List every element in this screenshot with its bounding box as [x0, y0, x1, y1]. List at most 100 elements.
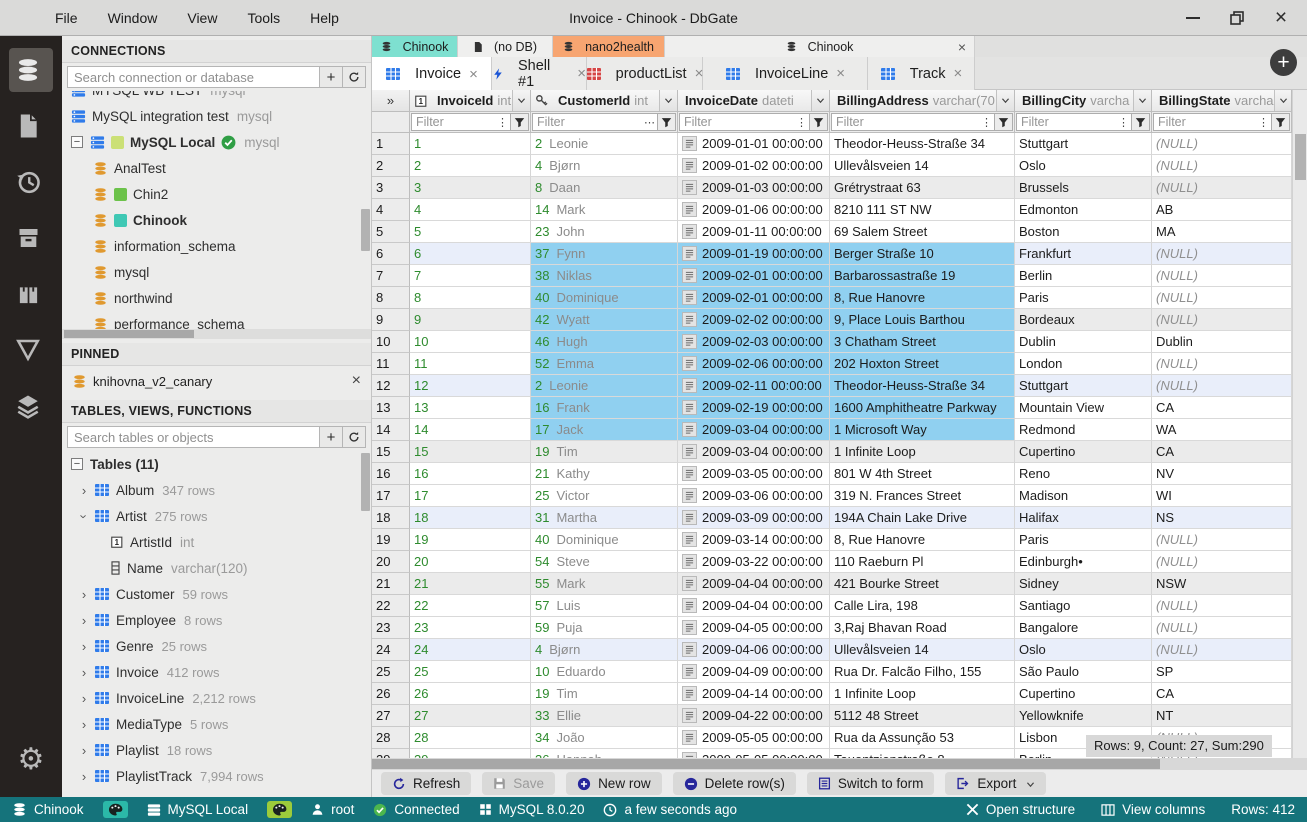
date-editor-icon[interactable]	[682, 422, 697, 437]
sidebar-table-album[interactable]: › Album 347 rows	[62, 477, 371, 503]
cell-customerid[interactable]: 42 Wyatt	[531, 309, 678, 331]
expander-icon[interactable]: −	[71, 136, 83, 148]
row-header[interactable]: 5	[372, 221, 410, 243]
date-editor-icon[interactable]	[682, 268, 697, 283]
cell-invoicedate[interactable]: 2009-01-01 00:00:00	[678, 133, 830, 155]
column-menu-button[interactable]	[659, 90, 677, 111]
cell-billingstate[interactable]: SP	[1152, 661, 1292, 683]
table-column-item[interactable]: 1 ArtistId int	[62, 529, 371, 555]
cell-billingstate[interactable]: NT	[1152, 705, 1292, 727]
tab-productlist[interactable]: productList ×	[586, 57, 703, 90]
add-connection-button[interactable]: +	[320, 66, 343, 88]
filter-input-date[interactable]	[680, 114, 794, 130]
cell-billingaddress[interactable]: 8210 111 ST NW	[830, 199, 1015, 221]
cell-billingstate[interactable]: (NULL)	[1152, 353, 1292, 375]
tab-shell1[interactable]: Shell #1 ×	[492, 57, 587, 90]
cell-billingaddress[interactable]: Tauentzienstraße 8	[830, 749, 1015, 758]
connection-item[interactable]: MYSQL WB TEST mysql	[62, 91, 371, 103]
cell-billingaddress[interactable]: Calle Lira, 198	[830, 595, 1015, 617]
connection-item[interactable]: MySQL integration test mysql	[62, 103, 371, 129]
date-editor-icon[interactable]	[682, 532, 697, 547]
cell-invoicedate[interactable]: 2009-04-04 00:00:00	[678, 573, 830, 595]
cell-billingaddress[interactable]: 801 W 4th Street	[830, 463, 1015, 485]
row-header[interactable]: 14	[372, 419, 410, 441]
cell-billingcity[interactable]: Mountain View	[1015, 397, 1152, 419]
cell-billingcity[interactable]: Halifax	[1015, 507, 1152, 529]
cell-customerid[interactable]: 21 Kathy	[531, 463, 678, 485]
column-menu-button[interactable]	[996, 90, 1014, 111]
theme-chip[interactable]	[102, 801, 128, 818]
cell-billingstate[interactable]: NSW	[1152, 573, 1292, 595]
column-menu-button[interactable]	[1133, 90, 1151, 111]
cell-billingstate[interactable]: (NULL)	[1152, 639, 1292, 661]
cell-billingaddress[interactable]: Theodor-Heuss-Straße 34	[830, 133, 1015, 155]
sidebar-table-customer[interactable]: › Customer 59 rows	[62, 581, 371, 607]
close-button[interactable]: ×	[1273, 6, 1289, 29]
cell-billingcity[interactable]: Stuttgart	[1015, 375, 1152, 397]
cell-invoicedate[interactable]: 2009-03-04 00:00:00	[678, 441, 830, 463]
cell-billingcity[interactable]: Edinburgh•	[1015, 551, 1152, 573]
tab-track[interactable]: Track ×	[868, 57, 975, 90]
chevron-icon[interactable]: ›	[77, 508, 92, 524]
cell-customerid[interactable]: 55 Mark	[531, 573, 678, 595]
cell-invoiceid[interactable]: 29	[410, 749, 531, 758]
cell-billingaddress[interactable]: 1 Infinite Loop	[830, 441, 1015, 463]
grid-hscrollbar[interactable]	[372, 758, 1307, 770]
chevron-icon[interactable]: ›	[76, 717, 92, 732]
cell-invoiceid[interactable]: 11	[410, 353, 531, 375]
cell-customerid[interactable]: 40 Dominique	[531, 287, 678, 309]
cell-invoicedate[interactable]: 2009-02-03 00:00:00	[678, 331, 830, 353]
cell-billingcity[interactable]: Frankfurt	[1015, 243, 1152, 265]
cell-billingcity[interactable]: Madison	[1015, 485, 1152, 507]
row-header[interactable]: 7	[372, 265, 410, 287]
filter-funnel-button[interactable]	[1271, 114, 1289, 130]
date-editor-icon[interactable]	[682, 290, 697, 305]
cell-billingstate[interactable]: WA	[1152, 419, 1292, 441]
filter-options-button[interactable]: ⋮	[495, 114, 510, 130]
cell-invoiceid[interactable]: 23	[410, 617, 531, 639]
cell-customerid[interactable]: 2 Leonie	[531, 133, 678, 155]
cell-invoiceid[interactable]: 14	[410, 419, 531, 441]
row-header[interactable]: 25	[372, 661, 410, 683]
status-chip[interactable]	[267, 801, 293, 818]
date-editor-icon[interactable]	[682, 510, 697, 525]
row-header[interactable]: 28	[372, 727, 410, 749]
cell-billingaddress[interactable]: 69 Salem Street	[830, 221, 1015, 243]
cell-billingcity[interactable]: Santiago	[1015, 595, 1152, 617]
connection-item[interactable]: Chin2	[62, 181, 371, 207]
column-menu-button[interactable]	[1273, 90, 1291, 111]
switch-to-form-button[interactable]: Switch to form	[806, 772, 935, 795]
cell-billingaddress[interactable]: Grétrystraat 63	[830, 177, 1015, 199]
cell-invoicedate[interactable]: 2009-04-14 00:00:00	[678, 683, 830, 705]
cell-billingaddress[interactable]: 202 Hoxton Street	[830, 353, 1015, 375]
cell-billingcity[interactable]: Cupertino	[1015, 441, 1152, 463]
cell-billingstate[interactable]: CA	[1152, 441, 1292, 463]
cell-billingcity[interactable]: Reno	[1015, 463, 1152, 485]
tables-vscroll-thumb[interactable]	[361, 453, 370, 511]
tab-group-nano2health[interactable]: nano2health	[553, 36, 665, 57]
status-a-few-seconds-ago[interactable]: a few seconds ago	[603, 802, 737, 817]
close-tab-icon[interactable]: ×	[469, 66, 478, 83]
date-editor-icon[interactable]	[682, 686, 697, 701]
export-button[interactable]: Export	[945, 772, 1047, 795]
cell-billingaddress[interactable]: Ullevålsveien 14	[830, 155, 1015, 177]
filter-funnel-button[interactable]	[657, 114, 675, 130]
cell-billingaddress[interactable]: 3 Chatham Street	[830, 331, 1015, 353]
cell-billingstate[interactable]: (NULL)	[1152, 595, 1292, 617]
cell-billingaddress[interactable]: 8, Rue Hanovre	[830, 287, 1015, 309]
cell-invoicedate[interactable]: 2009-01-03 00:00:00	[678, 177, 830, 199]
row-header[interactable]: 27	[372, 705, 410, 727]
sidebar-table-mediatype[interactable]: › MediaType 5 rows	[62, 711, 371, 737]
cell-customerid[interactable]: 38 Niklas	[531, 265, 678, 287]
tab-group-chinook[interactable]: Chinook ×	[665, 36, 975, 57]
row-header[interactable]: 18	[372, 507, 410, 529]
filter-input-address[interactable]	[832, 114, 979, 130]
date-editor-icon[interactable]	[682, 642, 697, 657]
connection-item[interactable]: mysql	[62, 259, 371, 285]
cell-billingcity[interactable]: Stuttgart	[1015, 133, 1152, 155]
cell-invoiceid[interactable]: 6	[410, 243, 531, 265]
status-chip[interactable]	[102, 801, 128, 818]
filter-options-button[interactable]: ⋮	[1116, 114, 1131, 130]
cell-billingstate[interactable]: Dublin	[1152, 331, 1292, 353]
cell-billingcity[interactable]: London	[1015, 353, 1152, 375]
